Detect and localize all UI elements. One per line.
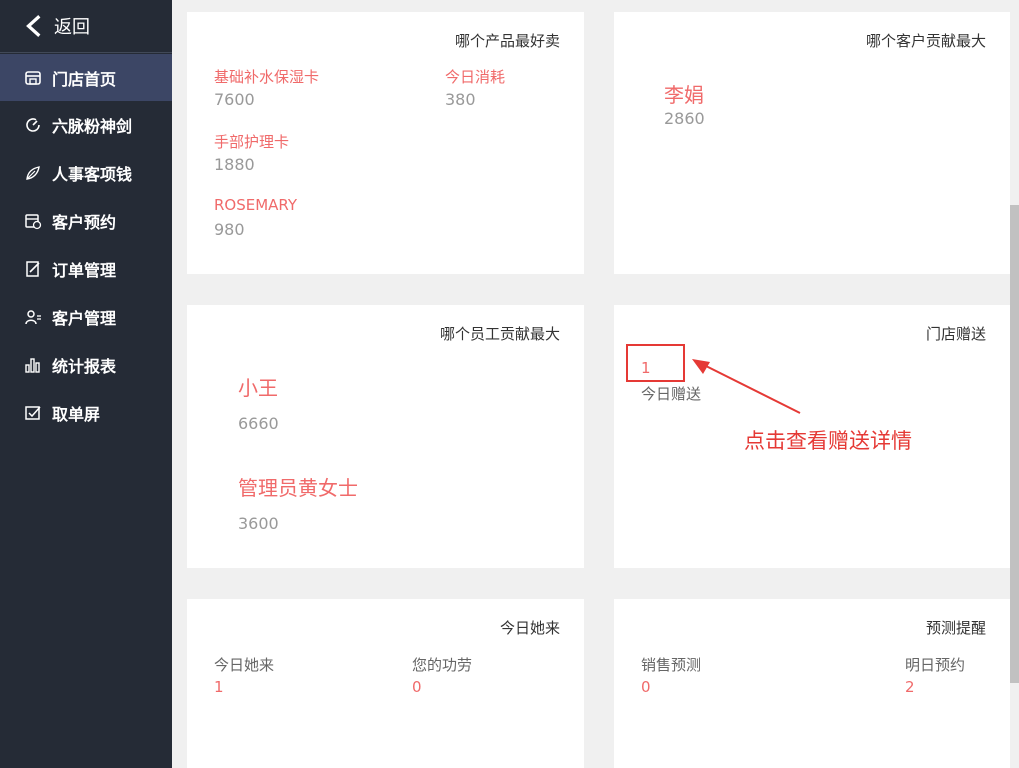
annotation-arrow-icon — [692, 359, 801, 414]
sidebar-item-customers[interactable]: 客户管理 — [0, 293, 172, 341]
card-title: 门店赠送 — [925, 325, 986, 343]
back-button[interactable]: 返回 — [0, 0, 172, 53]
card-title: 预测提醒 — [925, 619, 986, 637]
sidebar-item-orders[interactable]: 订单管理 — [0, 245, 172, 293]
stat-label: 今日她来 — [214, 656, 275, 674]
sidebar-menu: 门店首页 六脉粉神剑 人事客项钱 客户预约 订单管理 客户管理 统计报表 取单屏 — [0, 54, 172, 437]
stat-label: 明日预约 — [905, 656, 966, 674]
product-name[interactable]: 今日消耗 — [445, 66, 505, 87]
product-value: 7600 — [214, 90, 255, 109]
card-best-staff: 哪个员工贡献最大 小王 6660 管理员黄女士 3600 — [187, 305, 584, 568]
card-title: 今日她来 — [499, 619, 560, 637]
card-title: 哪个客户贡献最大 — [865, 32, 986, 50]
page-scrollbar[interactable] — [1010, 0, 1019, 768]
sidebar-item-store-home[interactable]: 门店首页 — [0, 54, 172, 101]
annotation-text: 点击查看赠送详情 — [744, 429, 912, 453]
card-store-gift: 门店赠送 1 今日赠送 点击查看赠送详情 — [614, 305, 1010, 568]
sidebar-item-pickup-screen[interactable]: 取单屏 — [0, 389, 172, 437]
sidebar: 返回 门店首页 六脉粉神剑 人事客项钱 客户预约 订单管理 客户管理 统计报表 … — [0, 0, 172, 768]
card-best-product: 哪个产品最好卖 基础补水保湿卡 7600 今日消耗 380 手部护理卡 1880… — [187, 12, 584, 274]
sidebar-item-label: 门店首页 — [52, 69, 117, 89]
highlight-box — [626, 344, 685, 382]
sidebar-item-renshi[interactable]: 人事客项钱 — [0, 149, 172, 197]
sidebar-item-label: 取单屏 — [52, 405, 101, 424]
sidebar-item-label: 客户预约 — [52, 213, 117, 232]
stat-value[interactable]: 0 — [412, 678, 422, 696]
calendar-clock-icon — [24, 212, 42, 230]
staff-value: 3600 — [238, 514, 279, 533]
bar-chart-icon — [24, 356, 42, 374]
store-icon — [24, 69, 42, 87]
scrollbar-thumb[interactable] — [1010, 205, 1019, 683]
stat-label: 销售预测 — [641, 656, 702, 674]
leaf-icon — [24, 164, 42, 182]
users-icon — [24, 308, 42, 326]
gauge-icon — [24, 116, 42, 134]
gift-count[interactable]: 1 — [641, 359, 651, 377]
sidebar-item-appointment[interactable]: 客户预约 — [0, 197, 172, 245]
sidebar-item-liumai[interactable]: 六脉粉神剑 — [0, 101, 172, 149]
product-value: 380 — [445, 90, 476, 109]
edit-doc-icon — [24, 260, 42, 278]
stat-label: 您的功劳 — [412, 656, 473, 674]
sidebar-item-label: 六脉粉神剑 — [52, 117, 133, 136]
staff-value: 6660 — [238, 414, 279, 433]
stat-value[interactable]: 0 — [641, 678, 651, 696]
card-today-visit: 今日她来 今日她来 1 您的功劳 0 — [187, 599, 584, 768]
card-forecast: 预测提醒 销售预测 0 明日预约 2 — [614, 599, 1010, 768]
product-name[interactable]: 基础补水保湿卡 — [214, 66, 319, 87]
sidebar-item-label: 人事客项钱 — [52, 165, 133, 184]
customer-value: 2860 — [664, 109, 705, 128]
stat-value[interactable]: 1 — [214, 678, 224, 696]
product-value: 1880 — [214, 155, 255, 174]
card-best-customer: 哪个客户贡献最大 李娟 2860 — [614, 12, 1010, 274]
card-title: 哪个产品最好卖 — [454, 32, 560, 50]
staff-name[interactable]: 管理员黄女士 — [238, 472, 358, 501]
customer-name[interactable]: 李娟 — [664, 79, 704, 108]
sidebar-item-label: 统计报表 — [52, 357, 117, 376]
sidebar-item-label: 客户管理 — [52, 309, 117, 328]
back-label: 返回 — [54, 17, 90, 38]
product-name[interactable]: 手部护理卡 — [214, 131, 289, 152]
product-value: 980 — [214, 220, 245, 239]
sidebar-item-reports[interactable]: 统计报表 — [0, 341, 172, 389]
sidebar-item-label: 订单管理 — [52, 261, 117, 280]
card-title: 哪个员工贡献最大 — [439, 325, 560, 343]
checklist-icon — [24, 404, 42, 422]
staff-name[interactable]: 小王 — [238, 372, 278, 401]
chevron-left-icon — [26, 15, 41, 37]
stat-value[interactable]: 2 — [905, 678, 915, 696]
product-name[interactable]: ROSEMARY — [214, 196, 297, 214]
